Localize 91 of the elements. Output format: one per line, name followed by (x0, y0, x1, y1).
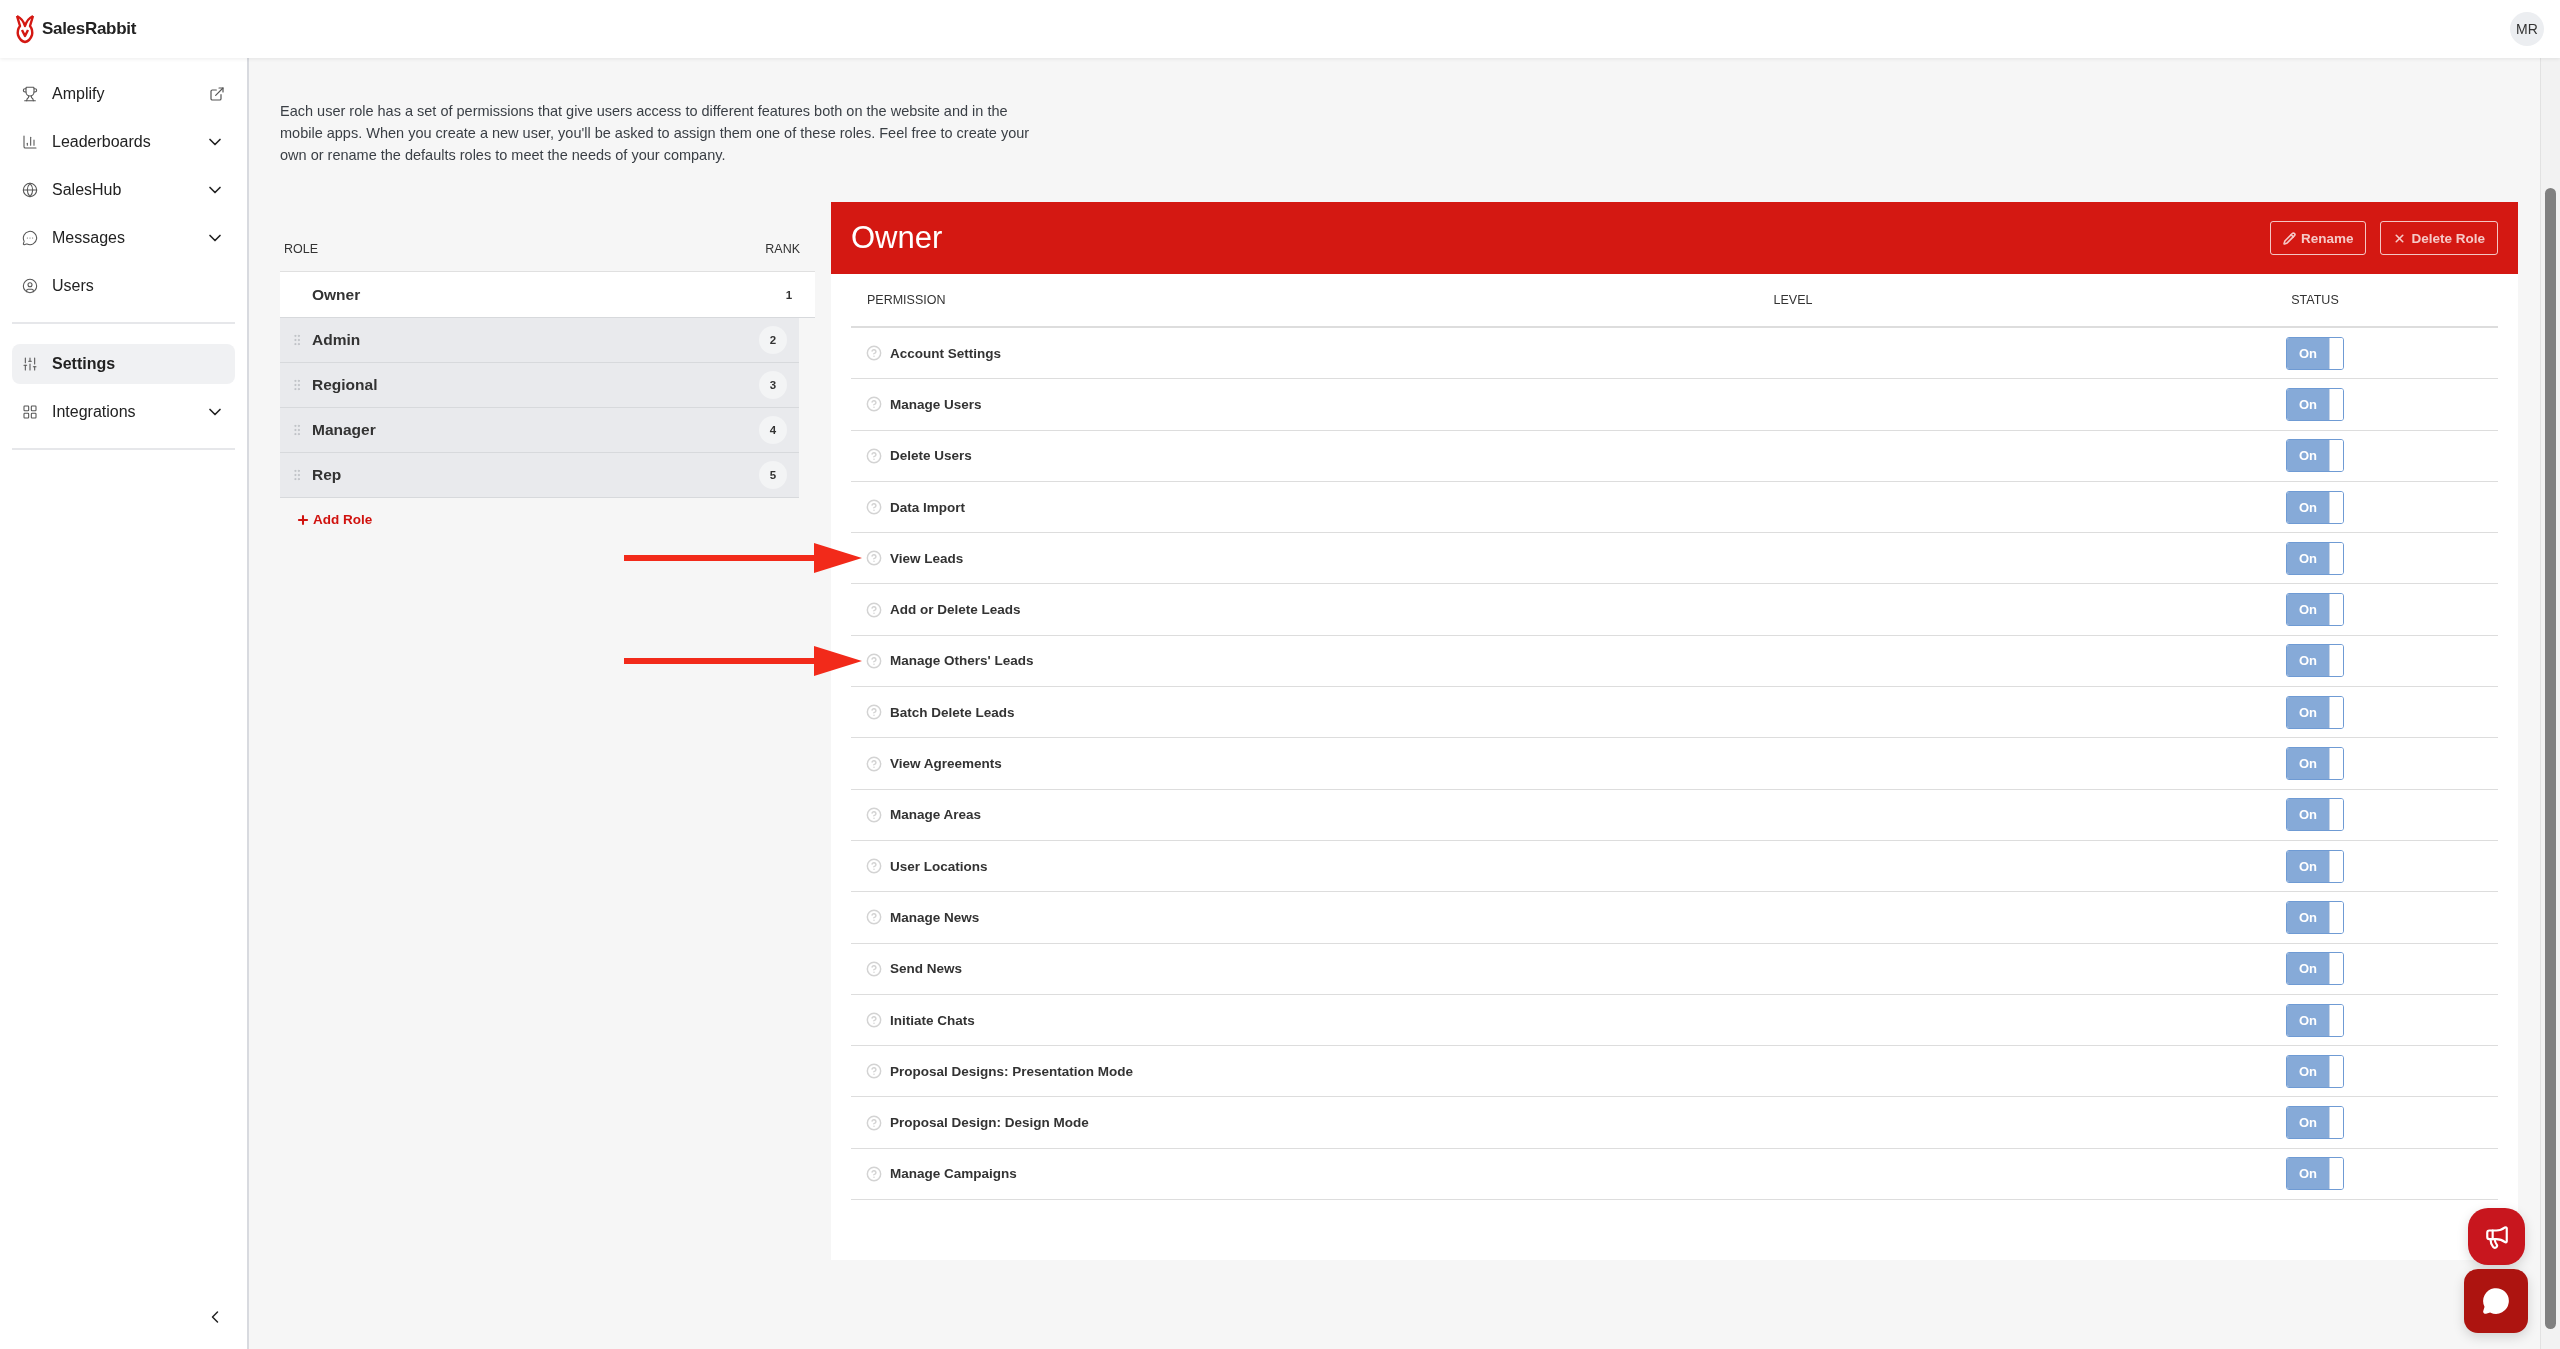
plus-icon (296, 512, 310, 527)
permission-name: Send News (890, 961, 963, 977)
permission-name: Proposal Design: Design Mode (890, 1115, 1089, 1131)
help-icon[interactable] (866, 704, 882, 721)
status-toggle[interactable]: On (2286, 490, 2344, 524)
help-icon[interactable] (866, 858, 882, 875)
column-header: LEVEL (1773, 293, 1813, 307)
announcements-button[interactable] (2468, 1208, 2525, 1265)
megaphone-icon (2483, 1223, 2510, 1250)
chat-bubble-icon (2482, 1287, 2510, 1315)
sidebar-item[interactable]: Settings (12, 344, 235, 384)
status-toggle[interactable]: On (2286, 747, 2344, 780)
permission-name: User Locations (890, 858, 988, 874)
status-toggle[interactable]: On (2286, 387, 2344, 421)
help-icon[interactable] (866, 909, 882, 926)
status-toggle[interactable]: On (2286, 798, 2344, 832)
role-row[interactable]: Owner 1 (280, 272, 815, 318)
nav-icon (22, 230, 38, 246)
status-toggle[interactable]: On (2286, 1157, 2344, 1191)
help-icon[interactable] (866, 652, 882, 669)
help-icon[interactable] (866, 601, 882, 618)
status-toggle[interactable]: On (2286, 952, 2344, 986)
role-title: Owner (851, 220, 943, 256)
permission-name: View Agreements (890, 756, 1002, 771)
status-toggle[interactable]: On (2286, 695, 2344, 729)
status-toggle[interactable]: On (2286, 1003, 2344, 1037)
permission-name: Initiate Chats (890, 1012, 975, 1028)
help-icon[interactable] (866, 806, 882, 823)
role-row[interactable]: Rep 5 (280, 453, 799, 498)
status-toggle[interactable]: On (2286, 439, 2344, 473)
role-row[interactable]: Admin 2 (280, 318, 799, 363)
description-text: Each user role has a set of permissions that give users access to different features both on the website and in the mobile apps. When you create a new user, you'll be asked to assign them one of these roles. Feel free to create your own or rename the defaults roles to meet the needs of your company. (280, 102, 1031, 165)
status-toggle[interactable]: On (2286, 593, 2344, 627)
role-row[interactable]: Regional 3 (280, 363, 799, 408)
rename-button[interactable]: Rename (2269, 221, 2367, 255)
help-icon[interactable] (866, 550, 882, 567)
permission-name: Data Import (890, 499, 965, 515)
brand-name: SalesRabbit (42, 19, 136, 39)
add-role-link[interactable]: Add Role (296, 512, 373, 527)
status-toggle[interactable]: On (2286, 336, 2344, 370)
sidebar-item[interactable]: Users (12, 266, 235, 306)
nav-icon (22, 134, 38, 150)
permission-name: Add or Delete Leads (890, 602, 1021, 618)
status-toggle[interactable]: On (2286, 849, 2344, 883)
nav-icon (22, 86, 38, 102)
sidebar-item[interactable]: SalesHub (12, 170, 235, 210)
permission-name: Delete Users (890, 448, 972, 464)
help-icon[interactable] (866, 447, 882, 464)
status-toggle[interactable]: On (2286, 1106, 2344, 1140)
status-toggle[interactable]: On (2286, 1054, 2344, 1088)
status-toggle[interactable]: On (2286, 900, 2344, 934)
permission-name: Proposal Designs: Presentation Mode (890, 1063, 1134, 1079)
status-toggle[interactable]: On (2286, 644, 2344, 678)
help-icon[interactable] (866, 1165, 882, 1182)
permission-name: Manage Areas (890, 807, 982, 823)
permission-name: Manage Users (890, 396, 982, 412)
help-icon[interactable] (866, 345, 882, 362)
help-icon[interactable] (866, 1114, 882, 1131)
help-icon[interactable] (866, 960, 882, 977)
permission-name: Batch Delete Leads (890, 704, 1015, 720)
sidebar-item[interactable]: Amplify (12, 74, 235, 114)
delete-role-button[interactable]: Delete Role (2380, 221, 2498, 255)
external-link-icon (209, 86, 225, 102)
sidebar-item[interactable]: Messages (12, 218, 235, 258)
column-header: ROLE (284, 242, 319, 258)
rabbit-logo-icon (14, 14, 36, 44)
pencil-icon (2282, 231, 2296, 245)
sidebar-item[interactable]: Integrations (12, 392, 235, 432)
chat-button[interactable] (2464, 1269, 2528, 1333)
help-icon[interactable] (866, 396, 882, 413)
column-header: STATUS (2291, 293, 2339, 307)
permission-name: Manage Campaigns (890, 1166, 1017, 1182)
sidebar-item[interactable]: Leaderboards (12, 122, 235, 162)
permission-name: View Leads (890, 550, 964, 566)
help-icon[interactable] (866, 499, 882, 516)
status-toggle[interactable]: On (2286, 541, 2344, 575)
column-header: PERMISSION (866, 293, 946, 307)
permission-name: Account Settings (890, 345, 1001, 361)
permission-name: Manage Others' Leads (890, 653, 1034, 669)
column-header: RANK (765, 242, 800, 258)
role-row[interactable]: Manager 4 (280, 408, 799, 453)
nav-icon (22, 278, 38, 294)
permission-name: Manage News (890, 909, 980, 925)
nav-icon (22, 182, 38, 198)
nav-icon (22, 404, 38, 420)
scrollbar-thumb[interactable] (2545, 188, 2556, 1329)
help-icon[interactable] (866, 755, 882, 772)
user-avatar[interactable]: MR (2510, 12, 2544, 46)
nav-icon (22, 356, 38, 372)
help-icon[interactable] (866, 1012, 882, 1028)
help-icon[interactable] (866, 1063, 882, 1080)
